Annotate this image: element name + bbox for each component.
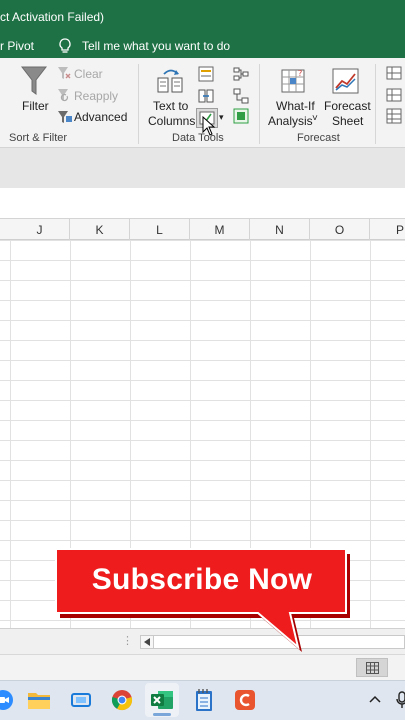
video-app-icon [0,690,13,710]
column-header-k[interactable]: K [70,219,130,241]
what-if-analysis-line2[interactable]: Analysis [268,114,313,128]
taskbar-app-chrome[interactable] [105,683,139,717]
microphone-icon[interactable] [396,691,405,709]
reapply-button[interactable]: Reapply [74,89,118,103]
advanced-filter-icon [58,111,72,123]
group-icon[interactable] [386,66,402,80]
taskbar [0,680,405,720]
ungroup-icon[interactable] [386,88,402,102]
data-validation-dropdown-icon[interactable]: ▾ [219,112,224,123]
group-separator [375,64,376,144]
title-bar: ct Activation Failed) [0,0,405,34]
notepad-icon [196,689,212,711]
taskbar-app-file-explorer[interactable] [22,683,56,717]
group-label-data-tools: Data Tools [172,132,224,144]
active-app-indicator [153,713,171,716]
advanced-button[interactable]: Advanced [74,110,127,124]
ribbon-tabs-bar: r Pivot Tell me what you want to do [0,34,405,58]
column-header-j[interactable]: J [10,219,70,241]
folder-icon [28,693,50,709]
mail-app-icon [71,693,91,707]
text-to-columns-line1[interactable]: Text to [153,99,188,113]
manage-data-model-icon[interactable] [233,108,249,124]
what-if-analysis-line1[interactable]: What-If [276,99,315,113]
taskbar-app-notepad[interactable] [187,683,221,717]
filter-button[interactable]: Filter [22,99,49,113]
forecast-sheet-line1[interactable]: Forecast [324,99,371,113]
subtotal-icon[interactable] [386,108,402,124]
normal-view-icon [366,662,379,674]
column-header-l[interactable]: L [130,219,190,241]
what-if-analysis-icon[interactable]: ? [280,66,308,96]
recorder-app-icon [235,690,255,710]
taskbar-app-mail[interactable] [64,683,98,717]
taskbar-app-camtasia[interactable] [228,683,262,717]
ribbon: Filter Clear Reapply Advanced Sort & Fil… [0,58,405,148]
subscribe-text: Subscribe Now [91,563,313,596]
group-separator [138,64,139,144]
tab-power-pivot[interactable]: r Pivot [0,39,34,53]
forecast-sheet-icon[interactable] [331,66,361,96]
group-separator [259,64,260,144]
taskbar-app-excel[interactable] [145,683,179,717]
column-header-o[interactable]: O [310,219,370,241]
what-if-dropdown-icon[interactable]: ˅ [312,113,318,124]
remove-duplicates-icon[interactable] [198,88,214,104]
formula-bar-area [0,148,405,188]
forecast-sheet-line2[interactable]: Sheet [332,114,363,128]
reapply-icon [58,89,69,102]
group-label-sort-filter: Sort & Filter [9,132,68,144]
text-to-columns-icon[interactable] [156,66,186,96]
column-header-m[interactable]: M [190,219,250,241]
svg-text:?: ? [298,69,302,78]
excel-icon [151,691,173,709]
lightbulb-icon [59,38,71,53]
group-label-forecast: Forecast [297,132,340,144]
tell-me-search[interactable]: Tell me what you want to do [82,39,230,53]
window-title: ct Activation Failed) [0,10,105,24]
status-bar [0,654,405,680]
clear-filter-icon [58,67,71,79]
normal-view-button[interactable] [356,658,388,677]
flash-fill-icon[interactable] [198,66,214,82]
subscribe-banner[interactable]: Subscribe Now [52,547,352,652]
consolidate-icon[interactable] [233,66,249,82]
column-header-p[interactable]: P [370,219,405,241]
sheet-top-gap [0,188,405,218]
taskbar-app-zoom[interactable] [0,683,22,717]
column-headers: J K L M N O P [0,218,405,241]
chrome-icon [111,690,133,711]
relationships-icon[interactable] [233,88,249,104]
column-header-n[interactable]: N [250,219,310,241]
clear-button[interactable]: Clear [74,67,103,81]
chevron-up-icon[interactable] [369,695,381,703]
text-to-columns-line2[interactable]: Columns [148,114,195,128]
filter-icon[interactable] [20,64,48,98]
